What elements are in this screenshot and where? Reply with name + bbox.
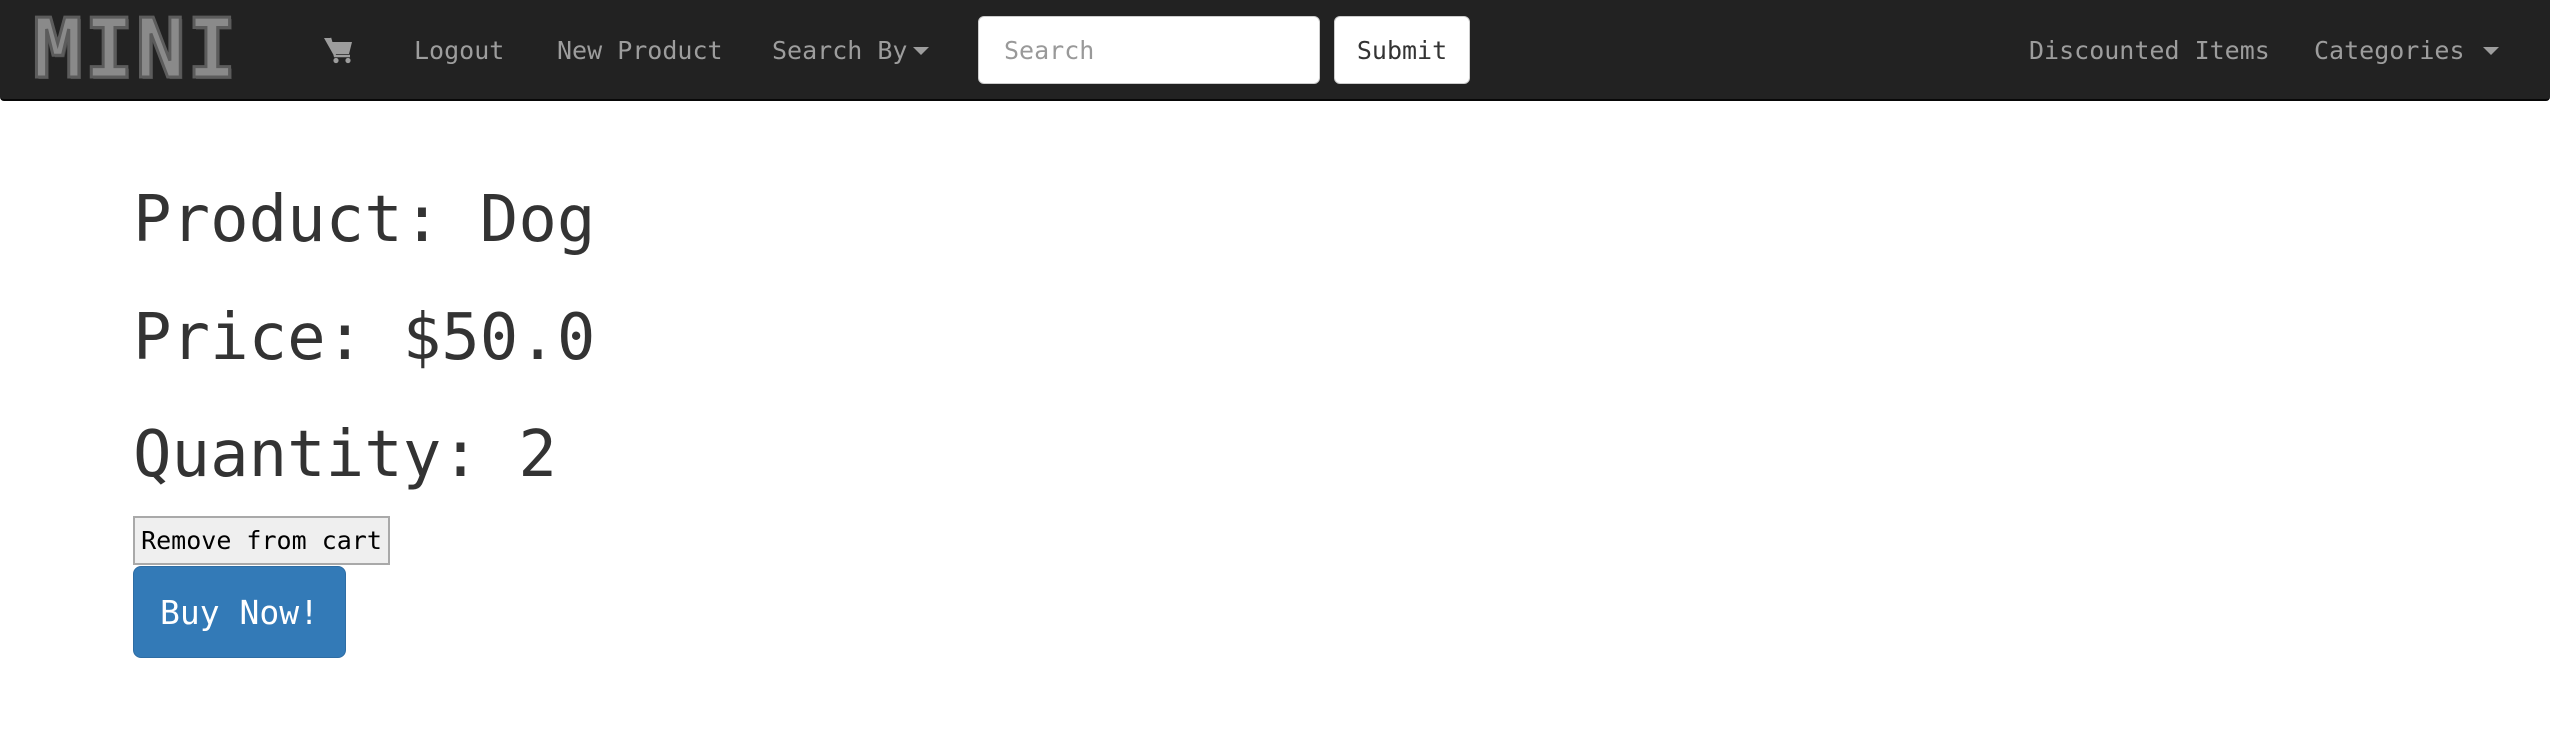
caret-down-icon: [913, 46, 930, 55]
remove-from-cart-button[interactable]: Remove from cart: [133, 516, 390, 565]
product-quantity-heading: Quantity: 2: [133, 418, 557, 492]
shopping-cart-icon[interactable]: [322, 32, 356, 66]
categories-dropdown[interactable]: Categories: [2314, 0, 2499, 101]
search-by-label: Search By: [772, 36, 908, 65]
top-navbar: MINI Logout New Product Search By Submit…: [0, 0, 2550, 101]
categories-label: Categories: [2314, 36, 2465, 65]
product-name-heading: Product: Dog: [133, 183, 596, 257]
submit-button[interactable]: Submit: [1334, 16, 1470, 84]
search-input[interactable]: [978, 16, 1320, 84]
discounted-items-link[interactable]: Discounted Items: [2029, 0, 2270, 101]
new-product-link[interactable]: New Product: [557, 0, 723, 101]
brand-logo[interactable]: MINI: [31, 7, 238, 92]
buy-now-button[interactable]: Buy Now!: [133, 566, 346, 658]
product-price-heading: Price: $50.0: [133, 301, 596, 375]
search-by-dropdown[interactable]: Search By: [772, 0, 930, 101]
caret-down-icon: [2482, 46, 2499, 55]
logout-link[interactable]: Logout: [414, 0, 504, 101]
